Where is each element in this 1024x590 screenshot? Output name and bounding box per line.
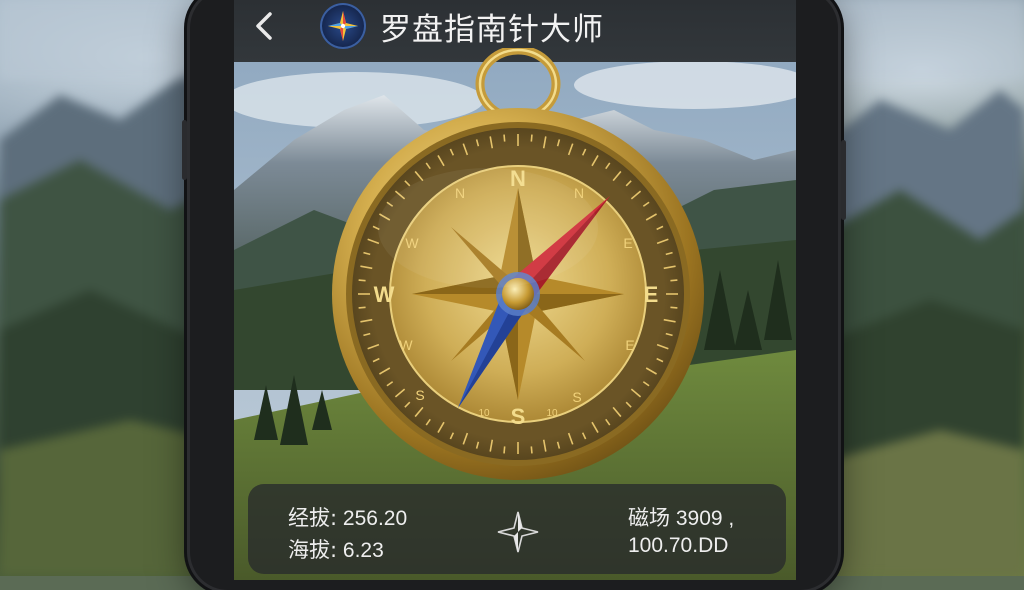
cardinal-s: S	[511, 404, 526, 429]
phone-power-button	[841, 140, 846, 220]
compass-tick	[530, 134, 533, 142]
altitude-readout: 海拔: 6.23	[288, 534, 384, 564]
compass-tick	[358, 306, 366, 309]
intercardinal-sw-w: W	[399, 337, 413, 353]
compass-widget[interactable]: N E S W N E E S S W W N 10 10	[328, 45, 708, 488]
compass-tick	[503, 446, 506, 454]
magnetic-readout: 磁场 3909 ,	[628, 502, 734, 532]
compass-tick	[530, 446, 533, 454]
cardinal-w: W	[374, 282, 395, 307]
readout-panel: 经拔: 256.20 海拔: 6.23 磁场 3909 , 100.70.DD	[248, 484, 786, 574]
longitude-label: 经拔:	[288, 506, 338, 530]
compass-dial: N E S W N E E S S W W N 10 10	[332, 45, 704, 480]
compass-rose-icon	[497, 511, 539, 553]
app-logo	[320, 3, 366, 49]
altitude-value: 6.23	[342, 539, 384, 562]
magnetic-value: 3909	[675, 507, 723, 530]
chevron-left-icon	[256, 12, 272, 40]
longitude-readout: 经拔: 256.20	[288, 502, 407, 532]
compass-tick	[503, 134, 506, 142]
magnetic-readout-secondary: 100.70.DD	[628, 534, 728, 558]
compass-tick	[670, 306, 678, 309]
intercardinal-se-s: S	[572, 389, 581, 405]
phone-frame: 罗盘指南针大师 N E S W N E E S S W W N 10 10 经拔…	[182, 0, 846, 590]
intercardinal-se-e: E	[625, 337, 634, 353]
compass-tick	[670, 279, 678, 282]
magnetic-label: 磁场	[628, 506, 670, 530]
cardinal-e: E	[644, 282, 659, 307]
ring-number-left: 10	[478, 408, 490, 419]
app-title: 罗盘指南针大师	[380, 11, 604, 48]
compass-star-icon	[328, 11, 358, 41]
magnetic-suffix: ,	[728, 507, 735, 530]
longitude-value: 256.20	[342, 507, 408, 530]
ring-number-right: 10	[546, 408, 558, 419]
magnetic-value-secondary: 100.70.DD	[628, 534, 729, 557]
intercardinal-ne-e: E	[623, 235, 632, 251]
altitude-label: 海拔:	[288, 538, 338, 562]
app-screen: 罗盘指南针大师 N E S W N E E S S W W N 10 10 经拔…	[234, 0, 796, 580]
phone-volume-button	[182, 120, 187, 180]
compass-tick	[358, 279, 366, 282]
back-button[interactable]	[234, 0, 294, 62]
intercardinal-sw-s: S	[415, 387, 424, 403]
